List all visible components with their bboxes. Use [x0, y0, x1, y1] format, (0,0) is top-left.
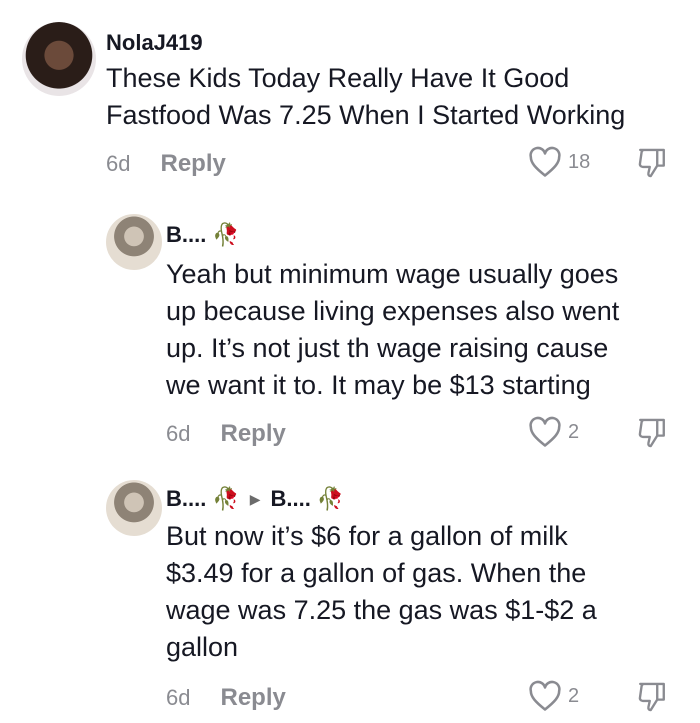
dislike-button[interactable] [636, 146, 668, 180]
thumbs-down-outline-icon [636, 146, 668, 180]
heart-outline-icon [528, 680, 562, 712]
comment-username[interactable]: B.... 🥀 ▶ B.... 🥀 [166, 486, 344, 512]
comment-age: 6d [166, 421, 191, 446]
comment-username[interactable]: NolaJ419 [106, 30, 203, 56]
comment-meta: 6d Reply [166, 684, 286, 712]
comment-age: 6d [166, 685, 191, 710]
reply-button[interactable]: Reply [220, 420, 285, 448]
reply-item: B.... 🥀 Yeah but minimum wage usually go… [0, 200, 700, 470]
thumbs-down-outline-icon [636, 416, 668, 450]
comment-item: NolaJ419 These Kids Today Really Have It… [0, 0, 700, 200]
comment-meta: 6d Reply [166, 420, 286, 448]
dislike-button[interactable] [636, 680, 668, 714]
heart-outline-icon [528, 146, 562, 178]
reply-to-username[interactable]: B.... [271, 486, 311, 512]
comment-age: 6d [106, 151, 131, 176]
like-button[interactable]: 2 [528, 416, 579, 448]
rose-emoji-icon: 🥀 [316, 486, 345, 511]
like-button[interactable]: 2 [528, 680, 579, 712]
comment-text: But now it’s $6 for a gallon of milk $3.… [166, 521, 597, 662]
username-text[interactable]: NolaJ419 [106, 30, 203, 56]
like-button[interactable]: 18 [528, 146, 590, 178]
avatar[interactable] [106, 480, 162, 536]
comment-username[interactable]: B.... 🥀 [166, 222, 240, 248]
reply-button[interactable]: Reply [220, 684, 285, 712]
comment-meta: 6d Reply [106, 150, 226, 178]
comment-text: These Kids Today Really Have It Good Fas… [106, 63, 626, 130]
avatar[interactable] [22, 22, 96, 96]
dislike-button[interactable] [636, 416, 668, 450]
thumbs-down-outline-icon [636, 680, 668, 714]
comment-text: Yeah but minimum wage usually goes up be… [166, 259, 620, 400]
rose-emoji-icon: 🥀 [212, 222, 240, 247]
like-count: 18 [568, 150, 591, 173]
rose-emoji-icon: 🥀 [212, 486, 240, 511]
reply-button[interactable]: Reply [160, 150, 225, 178]
heart-outline-icon [528, 416, 562, 448]
avatar[interactable] [106, 214, 162, 270]
username-text[interactable]: B.... [166, 486, 206, 512]
username-text[interactable]: B.... [166, 222, 206, 248]
reply-item: B.... 🥀 ▶ B.... 🥀 But now it’s $6 for a … [0, 470, 700, 723]
like-count: 2 [568, 684, 580, 707]
triangle-right-icon: ▶ [249, 490, 261, 507]
like-count: 2 [568, 420, 580, 443]
